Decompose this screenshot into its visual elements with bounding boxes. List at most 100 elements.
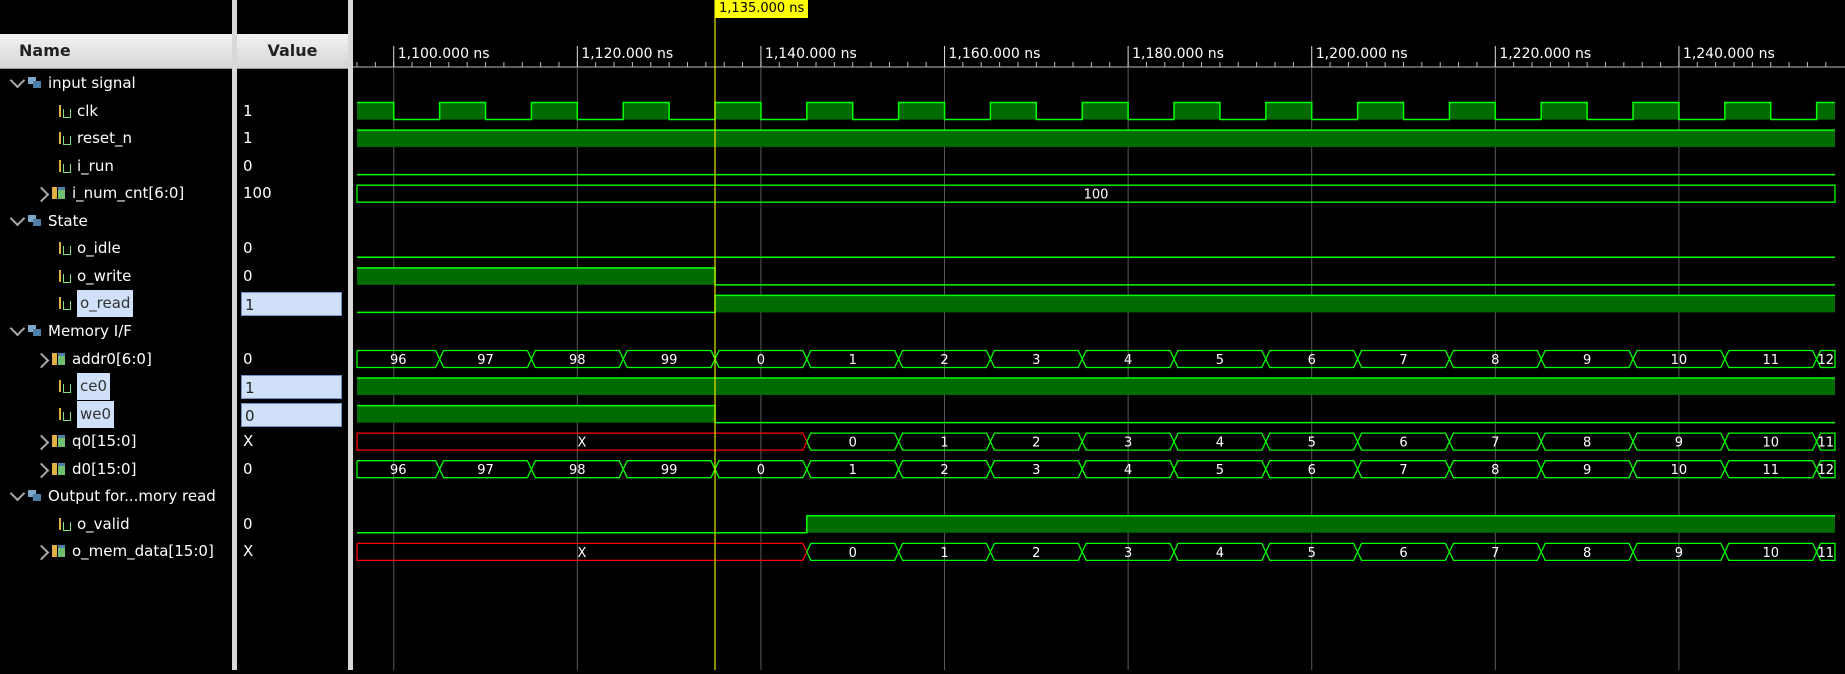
bus-value-label: 4 xyxy=(1124,353,1132,368)
group-row[interactable]: State xyxy=(0,208,232,235)
signal-row[interactable]: clk xyxy=(0,98,232,125)
bit-signal-icon xyxy=(58,159,71,174)
signal-value-row[interactable]: 0 xyxy=(237,511,348,538)
bus-value-label: 97 xyxy=(477,353,494,368)
bus-value-label: 8 xyxy=(1583,436,1591,451)
signal-name: d0[15:0] xyxy=(72,459,137,478)
bus-value-label: 9 xyxy=(1675,436,1683,451)
bus-value-label: 11 xyxy=(1762,353,1779,368)
bit-high-fill xyxy=(806,515,1835,533)
signal-row[interactable]: o_read xyxy=(0,290,232,318)
bus-value-label: X xyxy=(577,436,586,451)
bus-value-label: 9 xyxy=(1675,546,1683,561)
chevron-right-icon[interactable] xyxy=(33,352,50,368)
chevron-down-icon[interactable] xyxy=(9,210,26,227)
cursor-time-label[interactable]: 1,135.000 ns xyxy=(715,0,809,18)
clock-high-fill xyxy=(806,102,853,120)
bit-high-fill xyxy=(715,295,1835,313)
clock-high-fill xyxy=(531,102,578,120)
signal-name: i_run xyxy=(77,156,114,175)
chevron-right-icon[interactable] xyxy=(33,462,50,478)
signal-value: 100 xyxy=(243,184,272,203)
signal-value-row[interactable]: 0 xyxy=(237,346,348,373)
signal-value-row[interactable]: 100 xyxy=(237,180,348,207)
signal-row[interactable]: o_idle xyxy=(0,235,232,262)
bus-value-label: 9 xyxy=(1583,463,1591,478)
signal-row[interactable]: d0[15:0] xyxy=(0,456,232,483)
waveform-i-num-cnt-6-0-: 100 xyxy=(356,184,1836,203)
clock-high-fill xyxy=(1633,102,1679,120)
signal-value-row[interactable]: 1 xyxy=(237,125,348,152)
signal-row[interactable]: q0[15:0] xyxy=(0,428,232,455)
chevron-right-icon[interactable] xyxy=(33,545,50,561)
signal-name: q0[15:0] xyxy=(72,432,137,451)
group-row[interactable]: Memory I/F xyxy=(0,318,232,345)
signal-value: 0 xyxy=(241,402,342,427)
bus-value-label: 4 xyxy=(1124,463,1132,478)
name-column-header[interactable]: Name xyxy=(0,34,232,69)
bus-value-label: 6 xyxy=(1308,353,1316,368)
signal-row[interactable]: ce0 xyxy=(0,373,232,401)
bit-high-fill xyxy=(357,378,1835,396)
chevron-down-icon[interactable] xyxy=(9,485,26,502)
clock-high-fill xyxy=(357,102,394,120)
bus-value-label: 10 xyxy=(1671,353,1688,368)
waveform-canvas[interactable]: 1,100.000 ns 1,120.000 ns 1,140.000 ns 1,16… xyxy=(353,0,1845,670)
waveform-addr0-6-0-: 96 97 98 99 0 1 2 3 4 5 6 7 8 9 10 11 12 xyxy=(356,349,1836,369)
bus-value-label: 3 xyxy=(1124,546,1132,561)
bus-value-label: 7 xyxy=(1491,436,1499,451)
waveform-d0-15-0-: 96 97 98 99 0 1 2 3 4 5 6 7 8 9 10 11 12 xyxy=(356,460,1836,479)
ruler-tick-label: 1,200.000 ns xyxy=(1316,46,1408,62)
waveform-o-valid xyxy=(357,515,1835,534)
signal-row[interactable]: i_num_cnt[6:0] xyxy=(0,180,232,207)
bus-value-label: 6 xyxy=(1399,436,1407,451)
signal-name: reset_n xyxy=(77,129,132,148)
bus-value-label: 10 xyxy=(1762,436,1779,451)
bus-value-label: 96 xyxy=(390,353,407,368)
bus-value-label: 6 xyxy=(1308,463,1316,478)
signal-name: addr0[6:0] xyxy=(72,349,152,368)
signal-value-row[interactable]: 0 xyxy=(237,456,348,483)
signal-row[interactable]: reset_n xyxy=(0,125,232,152)
group-row[interactable]: Output for...mory read xyxy=(0,483,232,510)
signal-row[interactable]: o_valid xyxy=(0,511,232,538)
signal-value: 0 xyxy=(243,266,253,285)
waveform-q0-15-0-: X 0 1 2 3 4 5 6 7 8 9 10 11 xyxy=(356,432,1836,451)
ruler-tick-label: 1,120.000 ns xyxy=(581,46,673,62)
group-icon xyxy=(28,324,42,337)
clock-high-fill xyxy=(898,102,945,120)
signal-value-row[interactable]: 1 xyxy=(237,290,348,317)
signal-row[interactable]: addr0[6:0] xyxy=(0,346,232,373)
clock-high-fill xyxy=(1174,102,1220,120)
bus-value-label: 8 xyxy=(1491,463,1499,478)
clock-high-fill xyxy=(1816,102,1835,120)
bus-value-label: 2 xyxy=(1032,546,1040,561)
signal-row[interactable]: we0 xyxy=(0,400,232,428)
chevron-right-icon[interactable] xyxy=(33,434,50,451)
bus-value-label: 11 xyxy=(1818,546,1835,561)
signal-value-row[interactable]: 0 xyxy=(237,263,348,290)
signal-value-row[interactable]: 0 xyxy=(237,153,348,180)
signal-value-row[interactable]: 0 xyxy=(237,401,348,428)
chevron-down-icon[interactable] xyxy=(9,320,26,337)
bus-value-label: 5 xyxy=(1216,353,1224,368)
signal-name: o_read xyxy=(77,290,134,318)
signal-value-row[interactable]: X xyxy=(237,428,348,455)
signal-value-row[interactable]: 1 xyxy=(237,98,348,125)
signal-value: 1 xyxy=(241,375,342,400)
chevron-right-icon[interactable] xyxy=(33,186,50,203)
signal-name: we0 xyxy=(77,400,115,428)
group-row[interactable]: input signal xyxy=(0,70,232,97)
chevron-down-icon[interactable] xyxy=(9,72,26,89)
signal-row[interactable]: i_run xyxy=(0,153,232,180)
ruler-tick-label: 1,160.000 ns xyxy=(949,46,1041,62)
bus-value-label: 11 xyxy=(1818,436,1835,451)
signal-row[interactable]: o_mem_data[15:0] xyxy=(0,538,232,565)
signal-value-row[interactable]: X xyxy=(237,538,348,565)
signal-value-row[interactable]: 0 xyxy=(237,235,348,262)
ruler-tick-label: 1,100.000 ns xyxy=(398,46,490,62)
signal-value-row[interactable]: 1 xyxy=(237,373,348,400)
waveform-panel[interactable]: 1,100.000 ns 1,120.000 ns 1,140.000 ns 1,16… xyxy=(353,0,1845,670)
value-column-header[interactable]: Value xyxy=(237,34,348,69)
signal-row[interactable]: o_write xyxy=(0,263,232,290)
